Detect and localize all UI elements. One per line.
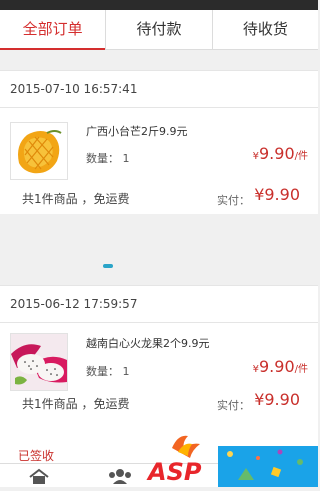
item-count: 共1件商品 ，免运费	[22, 192, 130, 206]
paid-label: 实付：	[217, 399, 250, 412]
product-quantity: 数量： 1	[86, 152, 130, 165]
tab-all-orders[interactable]: 全部订单	[0, 10, 107, 50]
order-date: 2015-07-10 16:57:41	[0, 70, 318, 108]
order-item[interactable]: 越南白心火龙果2个9.9元 数量： 1 ¥9.90/件	[0, 323, 318, 397]
users-icon[interactable]	[108, 468, 132, 488]
tab-pending-payment[interactable]: 待付款	[106, 10, 213, 49]
product-quantity: 数量： 1	[86, 365, 130, 378]
order-summary: 共1件商品 ，免运费 实付： ¥9.90	[0, 182, 318, 214]
order-status: 已签收	[18, 449, 55, 463]
price-unit: /件	[294, 364, 308, 375]
order-tabs: 全部订单 待付款 待收货	[0, 10, 318, 50]
product-name[interactable]: 越南白心火龙果2个9.9元	[86, 335, 210, 351]
price-value: 9.90	[259, 144, 295, 163]
home-icon[interactable]	[28, 468, 50, 488]
order-item[interactable]: 广西小台芒2斤9.9元 数量： 1 ¥9.90/件	[0, 108, 318, 182]
paid-amount: ¥9.90	[254, 390, 300, 409]
paid-amount: ¥9.90	[254, 185, 300, 204]
product-image-mango[interactable]	[10, 122, 68, 180]
watermark-banner	[218, 446, 318, 487]
status-bar	[0, 0, 318, 10]
unit-price: ¥9.90/件	[253, 357, 308, 376]
item-count: 共1件商品 ，免运费	[22, 397, 130, 411]
watermark-text: ASP	[146, 458, 202, 486]
price-unit: /件	[294, 151, 308, 162]
watermark-logo: ASP	[144, 432, 218, 487]
price-value: 9.90	[259, 357, 295, 376]
order-date: 2015-06-12 17:59:57	[0, 285, 318, 323]
product-image-dragon-fruit[interactable]	[10, 333, 68, 391]
paid-label: 实付：	[217, 194, 250, 207]
loading-indicator	[103, 264, 113, 268]
order-summary: 共1件商品 ，免运费 实付： ¥9.90	[0, 387, 318, 419]
order-card[interactable]: 2015-07-10 16:57:41 广西小台芒2斤9.9元 数量： 1 ¥9…	[0, 70, 318, 214]
unit-price: ¥9.90/件	[253, 144, 308, 163]
tab-pending-receipt[interactable]: 待收货	[213, 10, 318, 49]
product-name[interactable]: 广西小台芒2斤9.9元	[86, 123, 188, 139]
